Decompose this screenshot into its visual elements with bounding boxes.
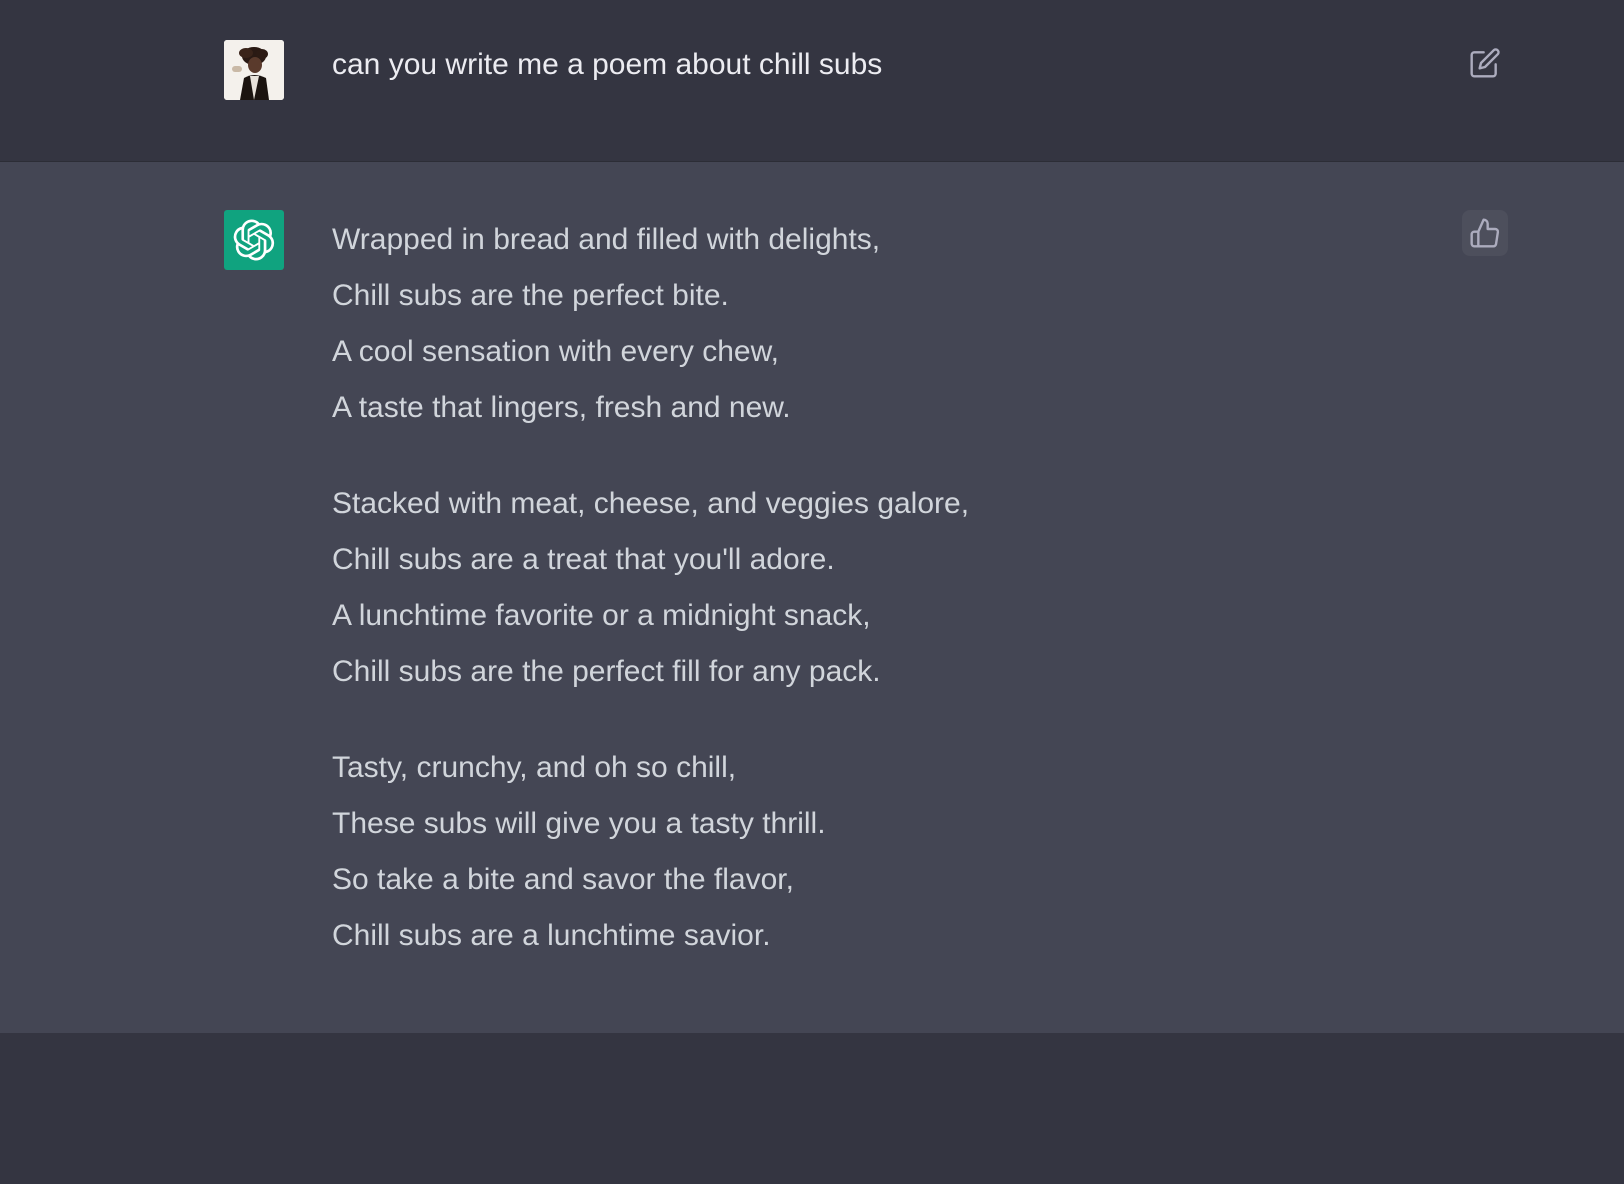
chat-footer-area <box>0 1033 1624 1184</box>
poem-line: A cool sensation with every chew, <box>332 335 779 368</box>
user-message-text: can you write me a poem about chill subs <box>332 48 883 81</box>
poem-stanza-1: Wrapped in bread and filled with delight… <box>332 212 1392 436</box>
user-avatar-image <box>224 40 284 100</box>
assistant-message-row: Wrapped in bread and filled with delight… <box>0 162 1624 1033</box>
thumbs-up-icon <box>1470 218 1500 248</box>
poem-line: Wrapped in bread and filled with delight… <box>332 223 881 256</box>
poem-line: These subs will give you a tasty thrill. <box>332 807 826 840</box>
assistant-message-text: Wrapped in bread and filled with delight… <box>332 212 1392 1004</box>
poem-line: A lunchtime favorite or a midnight snack… <box>332 599 871 632</box>
poem-line: Chill subs are the perfect fill for any … <box>332 655 881 688</box>
poem-stanza-3: Tasty, crunchy, and oh so chill, These s… <box>332 740 1392 964</box>
poem-line: Chill subs are the perfect bite. <box>332 279 729 312</box>
user-avatar <box>224 40 284 100</box>
poem-line: Chill subs are a treat that you'll adore… <box>332 543 835 576</box>
poem-stanza-2: Stacked with meat, cheese, and veggies g… <box>332 476 1392 700</box>
poem-line: Tasty, crunchy, and oh so chill, <box>332 751 737 784</box>
edit-message-button[interactable] <box>1466 44 1504 82</box>
edit-icon <box>1470 48 1500 78</box>
poem-line: Stacked with meat, cheese, and veggies g… <box>332 487 970 520</box>
poem-line: Chill subs are a lunchtime savior. <box>332 919 771 952</box>
openai-logo-icon <box>233 219 275 261</box>
thumbs-up-button[interactable] <box>1462 210 1508 256</box>
poem-line: A taste that lingers, fresh and new. <box>332 391 791 424</box>
user-message-row: can you write me a poem about chill subs <box>0 0 1624 162</box>
poem-line: So take a bite and savor the flavor, <box>332 863 794 896</box>
assistant-avatar <box>224 210 284 270</box>
